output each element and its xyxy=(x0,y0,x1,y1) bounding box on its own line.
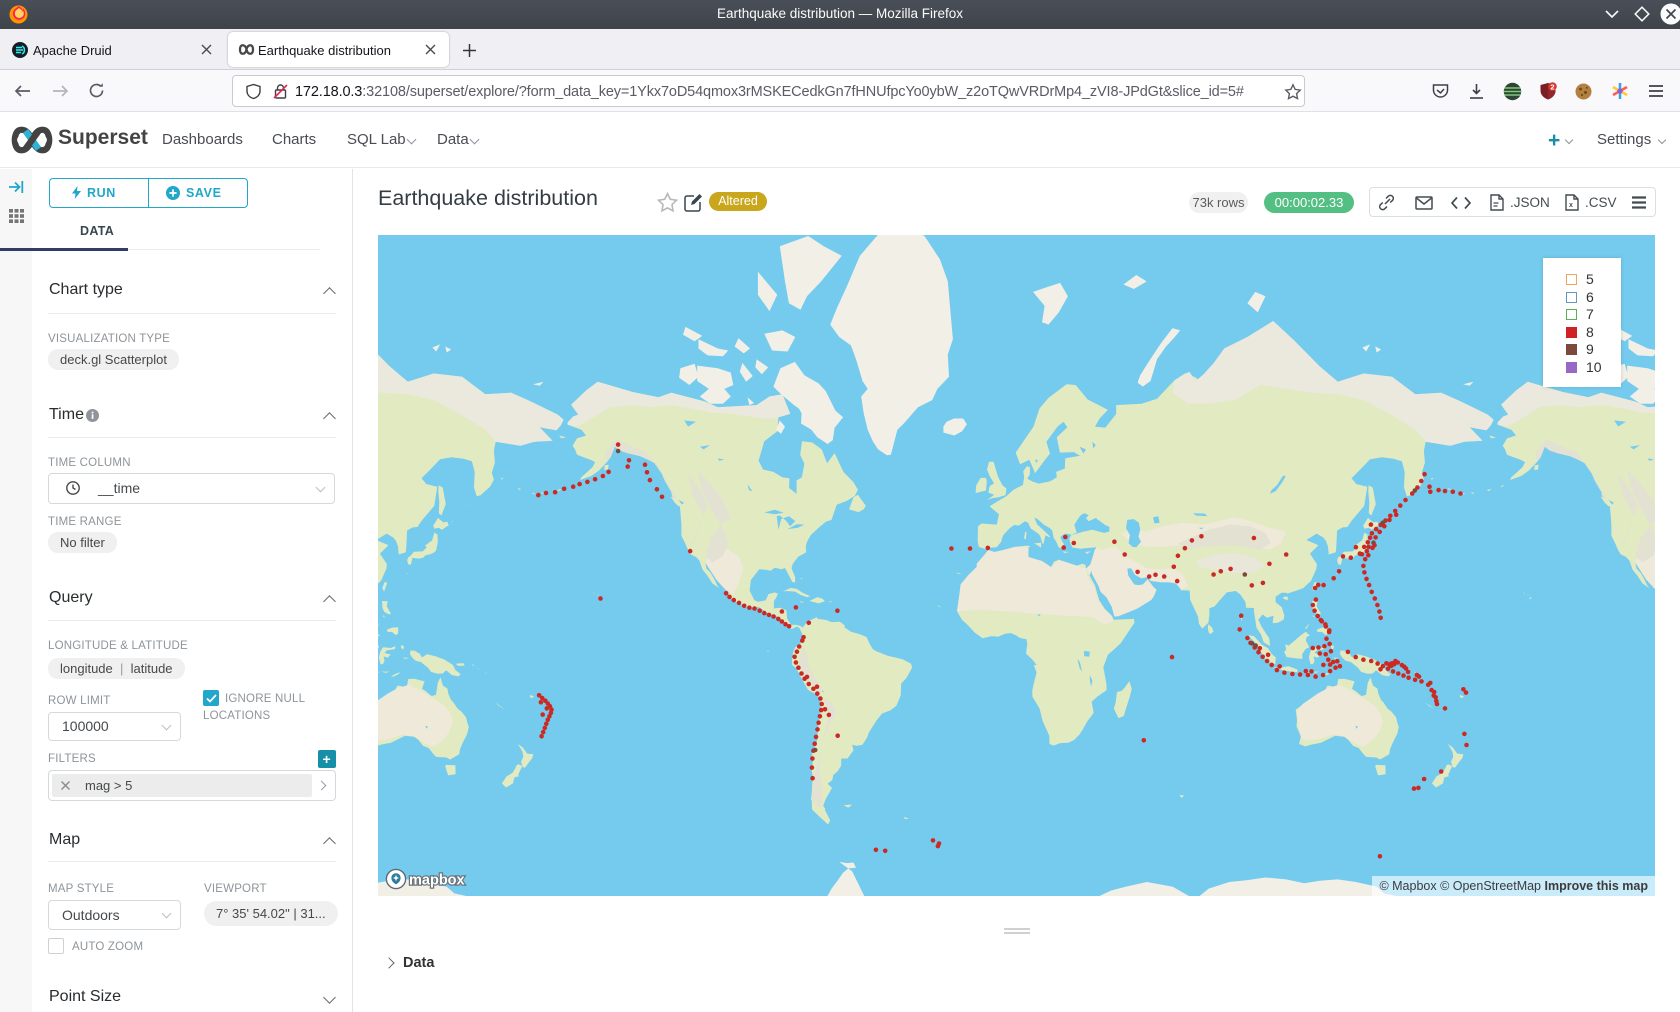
svg-text:2: 2 xyxy=(1550,82,1554,91)
svg-text:mapbox: mapbox xyxy=(409,873,465,889)
svg-text:x: x xyxy=(1569,202,1573,209)
